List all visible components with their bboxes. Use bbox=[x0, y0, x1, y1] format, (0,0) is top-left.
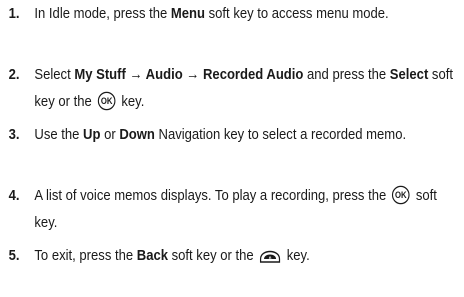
key-name: Back bbox=[136, 247, 168, 264]
end-power-key-icon: 0 bbox=[259, 245, 281, 265]
step-text-run: In Idle mode, press the bbox=[34, 5, 171, 22]
step-text-run: Select bbox=[34, 66, 75, 83]
step-text-run: Use the bbox=[34, 126, 84, 143]
step-number: 5. bbox=[8, 247, 20, 264]
ok-key-icon: OK bbox=[97, 91, 116, 111]
step-text-run: soft key or the bbox=[167, 247, 258, 264]
svg-text:OK: OK bbox=[395, 190, 407, 201]
step-text: To exit, press the Back soft key or the … bbox=[34, 242, 461, 269]
step-text: Use the Up or Down Navigation key to sel… bbox=[34, 121, 461, 148]
step-text-run: Navigation key to select a recorded memo… bbox=[154, 126, 407, 143]
step-text-run: soft key to access menu mode. bbox=[205, 5, 389, 22]
step-text-run: and press the bbox=[303, 66, 390, 83]
step-text: Select My Stuff → Audio → Recorded Audio… bbox=[34, 61, 461, 115]
key-name: Menu bbox=[170, 5, 206, 22]
step-number: 1. bbox=[8, 5, 20, 22]
step-text-run: A list of voice memos displays. To play … bbox=[34, 187, 390, 204]
key-name: Select bbox=[389, 66, 429, 83]
step-text-run: key. bbox=[117, 93, 145, 110]
step-text-run: or bbox=[100, 126, 120, 143]
svg-text:0: 0 bbox=[269, 256, 272, 262]
key-name: Up bbox=[83, 126, 101, 143]
key-name: Down bbox=[119, 126, 155, 143]
step-text: In Idle mode, press the Menu soft key to… bbox=[34, 0, 461, 27]
svg-text:OK: OK bbox=[101, 96, 113, 107]
key-name: My Stuff → Audio → Recorded Audio bbox=[74, 66, 304, 83]
step-number: 4. bbox=[8, 187, 20, 204]
step-text-run: key. bbox=[283, 247, 310, 264]
step-number: 2. bbox=[8, 66, 20, 83]
step-text-run: To exit, press the bbox=[34, 247, 137, 264]
ok-key-icon: OK bbox=[392, 185, 411, 205]
step-text: A list of voice memos displays. To play … bbox=[34, 182, 461, 236]
step-number: 3. bbox=[8, 126, 20, 143]
